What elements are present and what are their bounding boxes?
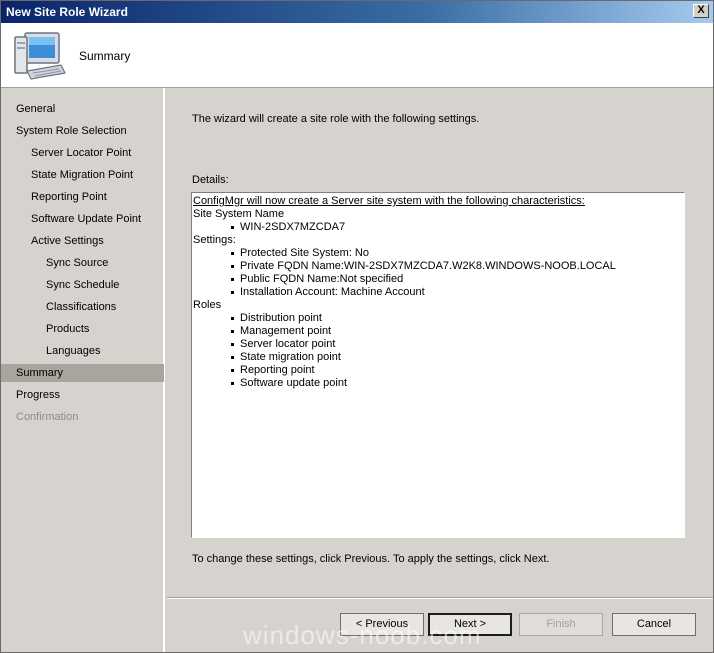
next-button[interactable]: Next >: [428, 613, 512, 636]
nav-item-active-settings[interactable]: Active Settings: [1, 232, 164, 250]
details-list-item: Reporting point: [231, 364, 683, 377]
details-list: Distribution point Management point Server…: [193, 312, 683, 390]
nav-item-software-update-point[interactable]: Software Update Point: [1, 210, 164, 228]
nav-item-system-role-selection[interactable]: System Role Selection: [1, 122, 164, 140]
nav-item-summary[interactable]: Summary: [1, 364, 164, 382]
details-list-item: Protected Site System: No: [231, 247, 683, 260]
previous-button[interactable]: < Previous: [340, 613, 424, 636]
details-list-item: State migration point: [231, 351, 683, 364]
details-textbox[interactable]: ConfigMgr will now create a Server site …: [191, 192, 685, 538]
details-section-title: Site System Name: [193, 208, 285, 220]
separator: [167, 597, 713, 599]
details-header: ConfigMgr will now create a Server site …: [193, 195, 585, 207]
main-panel: The wizard will create a site role with …: [167, 88, 713, 652]
nav-item-languages[interactable]: Languages: [1, 342, 164, 360]
details-list: Protected Site System: No Private FQDN Na…: [193, 247, 683, 299]
window-title: New Site Role Wizard: [6, 5, 128, 19]
nav-item-server-locator-point[interactable]: Server Locator Point: [1, 144, 164, 162]
wizard-nav: General System Role Selection Server Locat…: [1, 88, 165, 652]
instructions-text: To change these settings, click Previous…: [192, 553, 550, 565]
details-label: Details:: [192, 174, 229, 186]
details-list: WIN-2SDX7MZCDA7: [193, 221, 683, 234]
details-list-item: Distribution point: [231, 312, 683, 325]
nav-item-sync-source[interactable]: Sync Source: [1, 254, 164, 272]
title-bar[interactable]: New Site Role Wizard X: [1, 1, 713, 23]
details-section-title: Roles: [193, 299, 222, 311]
nav-item-classifications[interactable]: Classifications: [1, 298, 164, 316]
wizard-header: Summary: [1, 23, 713, 88]
nav-item-state-migration-point[interactable]: State Migration Point: [1, 166, 164, 184]
finish-button[interactable]: Finish: [519, 613, 603, 636]
details-list-item: WIN-2SDX7MZCDA7: [231, 221, 683, 234]
wizard-window: New Site Role Wizard X Summary General Sy…: [0, 0, 714, 653]
cancel-button[interactable]: Cancel: [612, 613, 696, 636]
details-list-item: Public FQDN Name:Not specified: [231, 273, 683, 286]
nav-item-general[interactable]: General: [1, 100, 164, 118]
page-heading: Summary: [79, 49, 131, 63]
details-section-title: Settings:: [193, 234, 236, 246]
details-list-item: Installation Account: Machine Account: [231, 286, 683, 299]
details-list-item: Software update point: [231, 377, 683, 390]
details-list-item: Server locator point: [231, 338, 683, 351]
details-list-item: Private FQDN Name:WIN-2SDX7MZCDA7.W2K8.W…: [231, 260, 683, 273]
nav-item-reporting-point[interactable]: Reporting Point: [1, 188, 164, 206]
nav-item-sync-schedule[interactable]: Sync Schedule: [1, 276, 164, 294]
details-list-item: Management point: [231, 325, 683, 338]
intro-text: The wizard will create a site role with …: [192, 113, 480, 125]
nav-item-confirmation: Confirmation: [16, 411, 79, 423]
nav-item-products[interactable]: Products: [1, 320, 164, 338]
nav-item-progress[interactable]: Progress: [1, 386, 164, 404]
close-button[interactable]: X: [693, 4, 709, 18]
computer-icon: [14, 32, 66, 80]
